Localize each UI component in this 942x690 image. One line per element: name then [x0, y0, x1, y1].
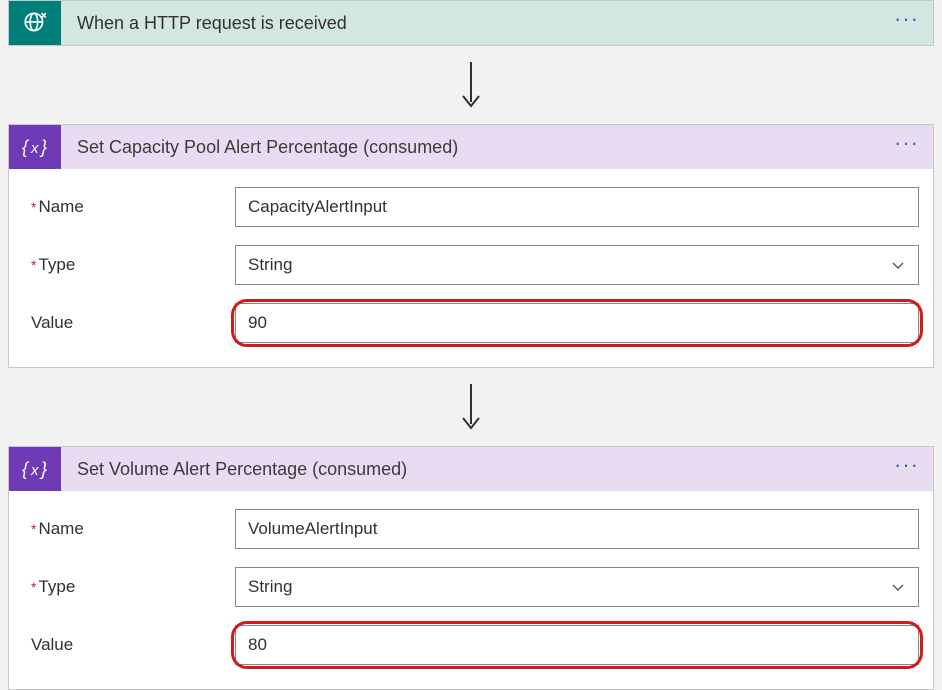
more-icon[interactable]: ···: [894, 459, 919, 480]
action1-header[interactable]: { x } Set Capacity Pool Alert Percentage…: [9, 125, 933, 169]
value-input[interactable]: [235, 303, 919, 343]
type-label: Type: [23, 255, 235, 275]
action1-value-row: Value: [23, 303, 919, 343]
variable-icon: { x }: [9, 447, 61, 491]
action2-body: Name Type String Value: [9, 491, 933, 689]
action1-name-row: Name: [23, 187, 919, 227]
type-select[interactable]: String: [235, 567, 919, 607]
svg-text:{: {: [22, 459, 30, 479]
name-input[interactable]: [235, 509, 919, 549]
action2-type-row: Type String: [23, 567, 919, 607]
trigger-header[interactable]: When a HTTP request is received ···: [9, 1, 933, 45]
type-select[interactable]: String: [235, 245, 919, 285]
action1-type-row: Type String: [23, 245, 919, 285]
more-icon[interactable]: ···: [894, 13, 919, 34]
value-label: Value: [23, 313, 235, 333]
type-selected-value: String: [248, 577, 292, 597]
svg-text:{: {: [22, 137, 30, 157]
action2-header[interactable]: { x } Set Volume Alert Percentage (consu…: [9, 447, 933, 491]
svg-text:x: x: [30, 462, 39, 479]
trigger-title: When a HTTP request is received: [77, 13, 894, 34]
chevron-down-icon: [890, 257, 906, 273]
trigger-card: When a HTTP request is received ···: [8, 0, 934, 46]
more-icon[interactable]: ···: [894, 137, 919, 158]
name-label: Name: [23, 197, 235, 217]
type-label: Type: [23, 577, 235, 597]
svg-text:}: }: [39, 459, 47, 479]
action2-value-row: Value: [23, 625, 919, 665]
action2-name-row: Name: [23, 509, 919, 549]
connector-arrow-2: [0, 368, 942, 446]
action1-body: Name Type String Value: [9, 169, 933, 367]
type-selected-value: String: [248, 255, 292, 275]
name-input[interactable]: [235, 187, 919, 227]
name-label: Name: [23, 519, 235, 539]
value-input[interactable]: [235, 625, 919, 665]
action2-title: Set Volume Alert Percentage (consumed): [77, 459, 894, 480]
action-card-volume: { x } Set Volume Alert Percentage (consu…: [8, 446, 934, 690]
action-card-capacity: { x } Set Capacity Pool Alert Percentage…: [8, 124, 934, 368]
chevron-down-icon: [890, 579, 906, 595]
svg-text:}: }: [39, 137, 47, 157]
value-label: Value: [23, 635, 235, 655]
connector-arrow-1: [0, 46, 942, 124]
action1-title: Set Capacity Pool Alert Percentage (cons…: [77, 137, 894, 158]
variable-icon: { x }: [9, 125, 61, 169]
http-icon: [9, 1, 61, 45]
svg-text:x: x: [30, 140, 39, 157]
